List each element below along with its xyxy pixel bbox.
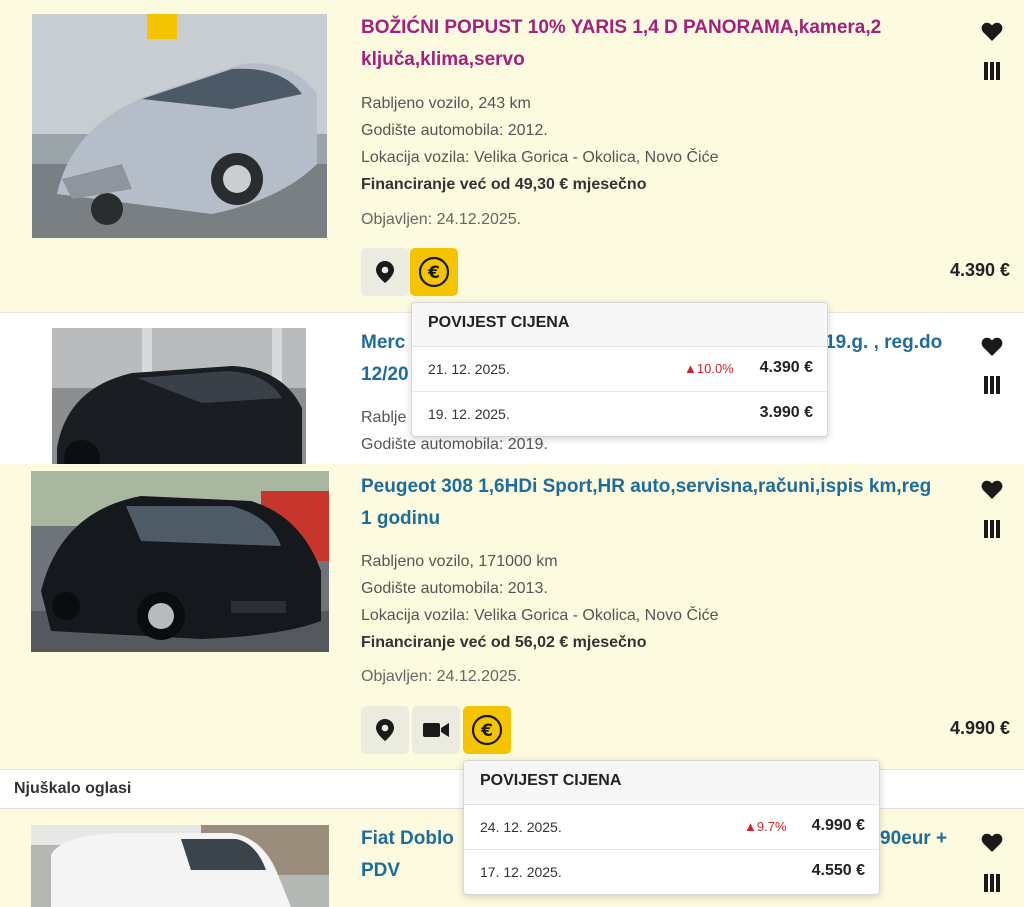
price-history-title: POVIJEST CIJENA (464, 761, 879, 805)
price-history-value: 4.990 € (811, 817, 865, 834)
video-button[interactable] (412, 706, 460, 754)
listing-title[interactable]: Fiat Doblo (361, 823, 454, 855)
price-history-row: 17. 12. 2025. 4.550 € (464, 850, 879, 895)
listing-condition: Rabljeno vozilo, 171000 km (361, 553, 558, 570)
listing-photo[interactable] (32, 14, 327, 238)
price-history-date: 24. 12. 2025. (480, 819, 562, 835)
listing-condition: Rabljeno vozilo, 243 km (361, 95, 531, 112)
listing-title-line2[interactable]: 12/20 (361, 359, 409, 391)
price-change-badge: ▲9.7% (744, 819, 787, 834)
price-history-row: 19. 12. 2025. 3.990 € (412, 392, 827, 437)
map-button[interactable] (361, 248, 409, 296)
listing-location: Lokacija vozila: Velika Gorica - Okolica… (361, 149, 719, 166)
price-history-value: 3.990 € (759, 404, 813, 421)
compare-bars-icon (984, 520, 1000, 538)
price-history-popup: POVIJEST CIJENA 21. 12. 2025. ▲10.0% 4.3… (411, 302, 828, 437)
price-history-button[interactable]: € (410, 248, 458, 296)
compare-bars-icon (984, 874, 1000, 892)
heart-icon (981, 22, 1003, 41)
favorite-button[interactable] (980, 20, 1004, 44)
listing-card[interactable]: BOŽIĆNI POPUST 10% YARIS 1,4 D PANORAMA,… (0, 0, 1024, 312)
compare-button[interactable] (980, 59, 1004, 83)
compare-button[interactable] (980, 517, 1004, 541)
listing-title[interactable]: Merc (361, 327, 405, 359)
euro-icon: € (471, 714, 503, 746)
price-history-title: POVIJEST CIJENA (412, 303, 827, 347)
svg-text:€: € (427, 263, 440, 283)
listing-price: 4.390 € (949, 260, 1010, 280)
map-pin-icon (376, 261, 394, 283)
price-change-badge: ▲10.0% (684, 361, 734, 376)
price-history-value: 4.550 € (811, 862, 865, 879)
listing-condition: Rablje (361, 409, 407, 426)
svg-text:€: € (480, 721, 493, 741)
listing-published: Objavljen: 24.12.2025. (361, 211, 522, 228)
favorite-button[interactable] (980, 335, 1004, 359)
price-history-date: 17. 12. 2025. (480, 864, 562, 880)
listing-title[interactable]: Peugeot 308 1,6HDi Sport,HR auto,servisn… (361, 471, 941, 535)
listing-year: Godište automobila: 2012. (361, 122, 548, 139)
heart-icon (981, 480, 1003, 499)
compare-bars-icon (984, 62, 1000, 80)
listing-year: Godište automobila: 2013. (361, 580, 548, 597)
listing-published: Objavljen: 24.12.2025. (361, 668, 522, 685)
listing-title[interactable]: BOŽIĆNI POPUST 10% YARIS 1,4 D PANORAMA,… (361, 12, 951, 76)
listing-title-line2[interactable]: PDV (361, 855, 400, 887)
price-history-date: 21. 12. 2025. (428, 361, 510, 377)
listing-photo[interactable] (31, 471, 329, 652)
price-history-value: 4.390 € (759, 359, 813, 376)
map-button[interactable] (361, 706, 409, 754)
price-history-popup: POVIJEST CIJENA 24. 12. 2025. ▲9.7% 4.99… (463, 760, 880, 895)
compare-bars-icon (984, 376, 1000, 394)
map-pin-icon (376, 719, 394, 741)
listing-photo[interactable] (31, 825, 329, 907)
price-history-button[interactable]: € (463, 706, 511, 754)
listing-title-tail[interactable]: 19.g. , reg.do (825, 327, 942, 359)
listing-financing: Financiranje već od 49,30 € mjesečno (361, 176, 647, 193)
favorite-button[interactable] (980, 831, 1004, 855)
listing-location: Lokacija vozila: Velika Gorica - Okolica… (361, 607, 719, 624)
listing-title-tail[interactable]: 90eur + (880, 823, 947, 855)
listing-photo[interactable] (52, 328, 306, 465)
price-history-date: 19. 12. 2025. (428, 406, 510, 422)
listing-financing: Financiranje već od 56,02 € mjesečno (361, 634, 647, 651)
listing-card[interactable]: Peugeot 308 1,6HDi Sport,HR auto,servisn… (0, 464, 1024, 769)
listing-price: 4.990 € (949, 718, 1010, 738)
favorite-button[interactable] (980, 478, 1004, 502)
heart-icon (981, 833, 1003, 852)
heart-icon (981, 337, 1003, 356)
euro-icon: € (418, 256, 450, 288)
video-camera-icon (423, 723, 449, 737)
price-history-row: 24. 12. 2025. ▲9.7% 4.990 € (464, 805, 879, 850)
section-header-label: Njuškalo oglasi (14, 780, 132, 797)
price-history-row: 21. 12. 2025. ▲10.0% 4.390 € (412, 347, 827, 392)
compare-button[interactable] (980, 871, 1004, 895)
listing-year: Godište automobila: 2019. (361, 436, 548, 453)
compare-button[interactable] (980, 373, 1004, 397)
